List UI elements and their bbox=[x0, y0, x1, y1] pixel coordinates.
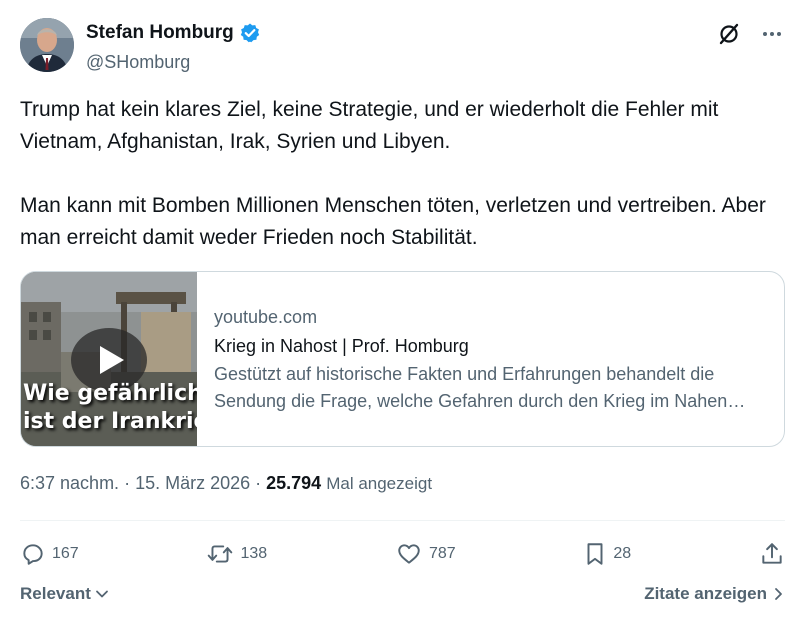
chevron-right-icon bbox=[775, 588, 782, 600]
replies-footer: Relevant Zitate anzeigen bbox=[20, 584, 785, 604]
author-block: Stefan Homburg @SHomburg bbox=[86, 22, 261, 73]
tweet-actions: 167 138 787 28 bbox=[20, 536, 785, 572]
view-quotes-link[interactable]: Zitate anzeigen bbox=[644, 584, 785, 604]
sort-label: Relevant bbox=[20, 584, 91, 603]
avatar-image bbox=[20, 18, 74, 72]
link-card-domain: youtube.com bbox=[214, 307, 318, 327]
verified-badge-icon bbox=[239, 22, 261, 44]
author-name[interactable]: Stefan Homburg bbox=[86, 22, 234, 44]
repost-count: 138 bbox=[240, 545, 268, 562]
tweet-paragraph-2: Man kann mit Bomben Millionen Menschen t… bbox=[20, 194, 766, 249]
thumbnail-caption: Wie gefährlich ist der Irankrieg bbox=[21, 380, 197, 436]
share-icon bbox=[762, 543, 782, 564]
bookmark-icon bbox=[587, 543, 603, 565]
tweet-date[interactable]: 15. März 2026 bbox=[135, 473, 250, 494]
view-count: 25.794 bbox=[266, 473, 322, 493]
tweet-paragraph-1: Trump hat kein klares Ziel, keine Strate… bbox=[20, 98, 719, 153]
repost-button[interactable]: 138 bbox=[206, 541, 267, 567]
reply-icon bbox=[23, 544, 43, 565]
avatar[interactable] bbox=[20, 18, 74, 72]
link-card-body: youtube.com Krieg in Nahost | Prof. Homb… bbox=[197, 272, 784, 446]
meta-separator: · bbox=[255, 473, 262, 493]
share-button[interactable] bbox=[759, 541, 785, 567]
meta-separator: · bbox=[124, 473, 131, 493]
tweet-time[interactable]: 6:37 nachm. bbox=[20, 473, 119, 494]
video-thumbnail[interactable]: Wie gefährlich ist der Irankrieg bbox=[21, 272, 197, 446]
repost-icon bbox=[208, 545, 233, 563]
link-card-title: Krieg in Nahost | Prof. Homburg bbox=[214, 336, 469, 356]
tweet-meta: 6:37 nachm. · 15. März 2026 · 25.794 Mal… bbox=[20, 473, 432, 494]
link-preview-card[interactable]: Wie gefährlich ist der Irankrieg youtube… bbox=[20, 271, 785, 447]
reply-count: 167 bbox=[52, 545, 79, 562]
tweet-text: Trump hat kein klares Ziel, keine Strate… bbox=[20, 94, 790, 254]
thumbnail-caption-line-2: ist der Irankrieg bbox=[23, 409, 197, 434]
bookmark-button[interactable]: 28 bbox=[583, 541, 631, 567]
view-quotes-label: Zitate anzeigen bbox=[644, 584, 767, 603]
grok-icon[interactable] bbox=[717, 22, 741, 46]
view-count-label: Mal angezeigt bbox=[326, 474, 433, 493]
thumbnail-caption-line-1: Wie gefährlich bbox=[23, 381, 197, 406]
like-button[interactable]: 787 bbox=[395, 541, 456, 567]
like-icon bbox=[398, 544, 420, 564]
bookmark-count: 28 bbox=[613, 545, 632, 562]
chevron-down-icon bbox=[95, 590, 108, 598]
author-handle[interactable]: @SHomburg bbox=[86, 52, 261, 73]
tweet-header-actions bbox=[717, 22, 783, 46]
sort-dropdown[interactable]: Relevant bbox=[20, 584, 109, 604]
divider bbox=[20, 520, 785, 521]
like-count: 787 bbox=[428, 545, 456, 562]
more-icon[interactable] bbox=[761, 23, 783, 45]
reply-button[interactable]: 167 bbox=[20, 541, 79, 567]
link-card-description: Gestützt auf historische Fakten und Erfa… bbox=[214, 364, 728, 411]
